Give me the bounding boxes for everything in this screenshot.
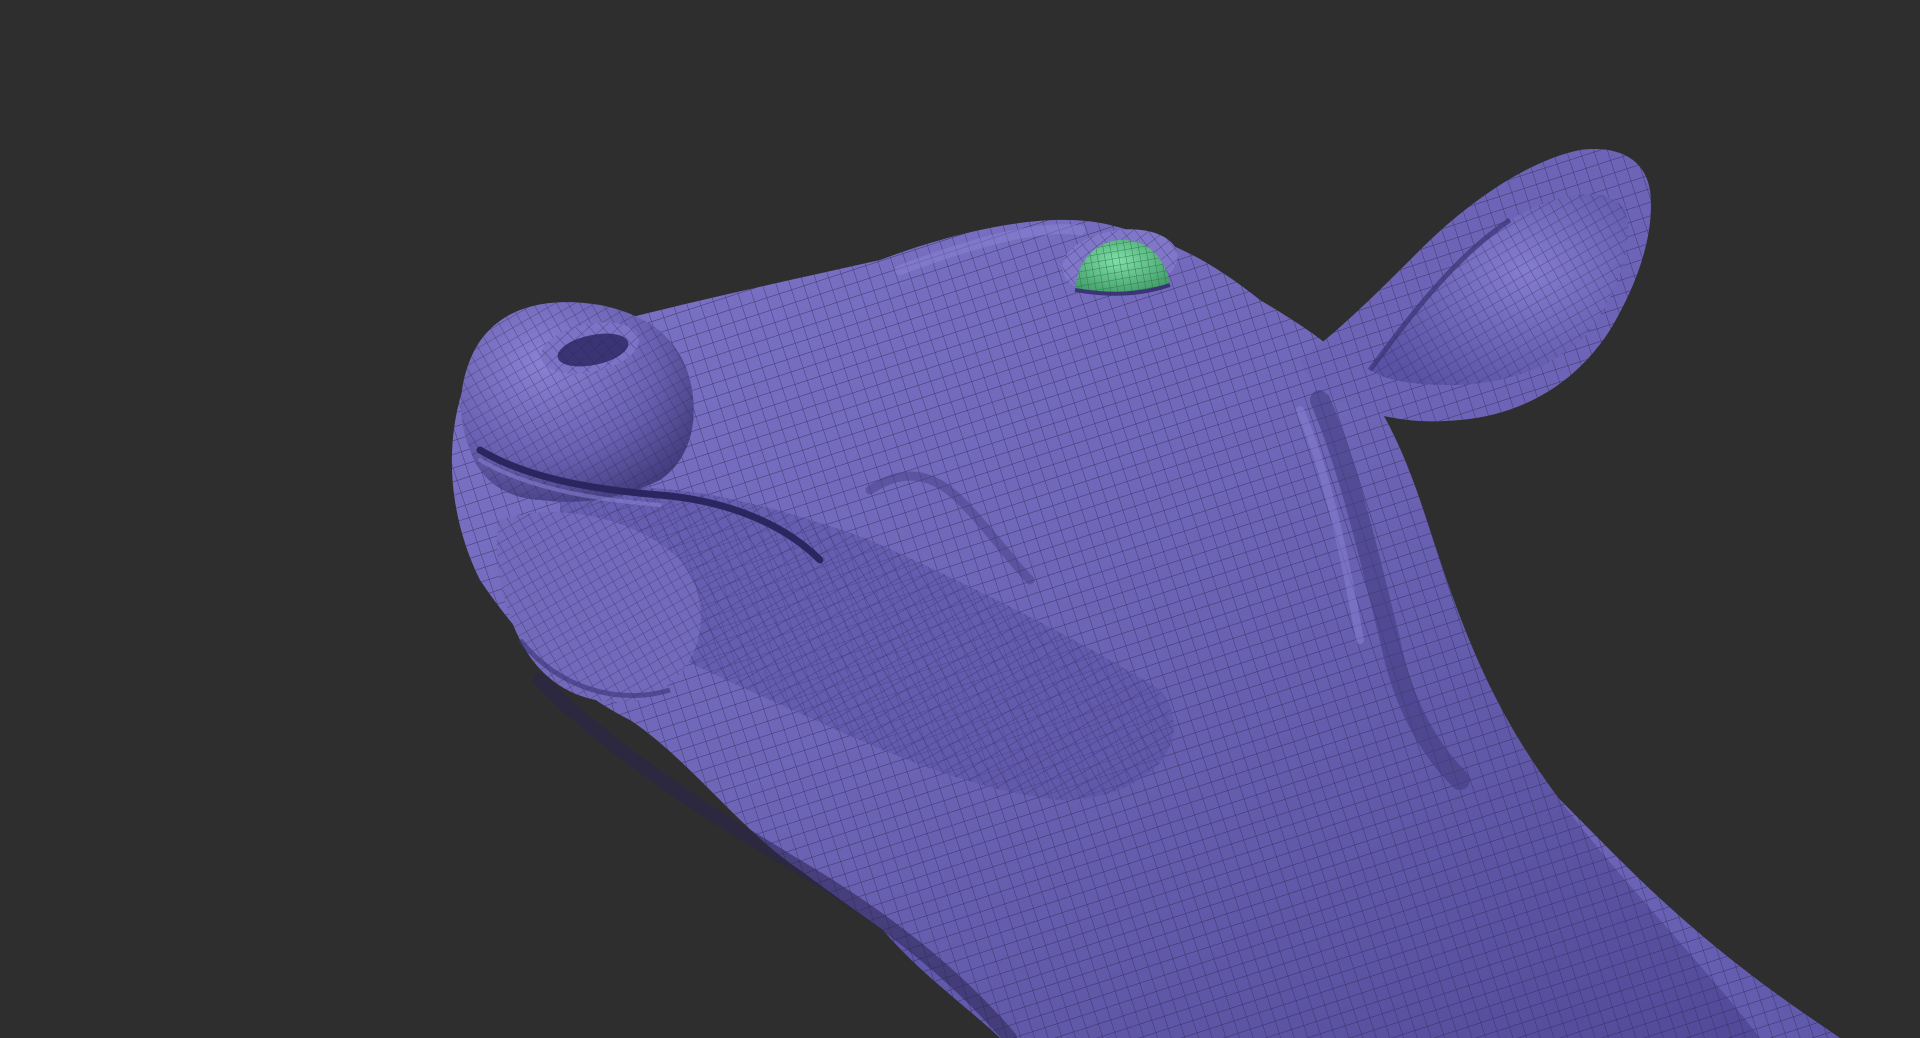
sculpt-viewport[interactable] xyxy=(0,0,1920,1038)
viewport-canvas[interactable] xyxy=(0,0,1920,1038)
